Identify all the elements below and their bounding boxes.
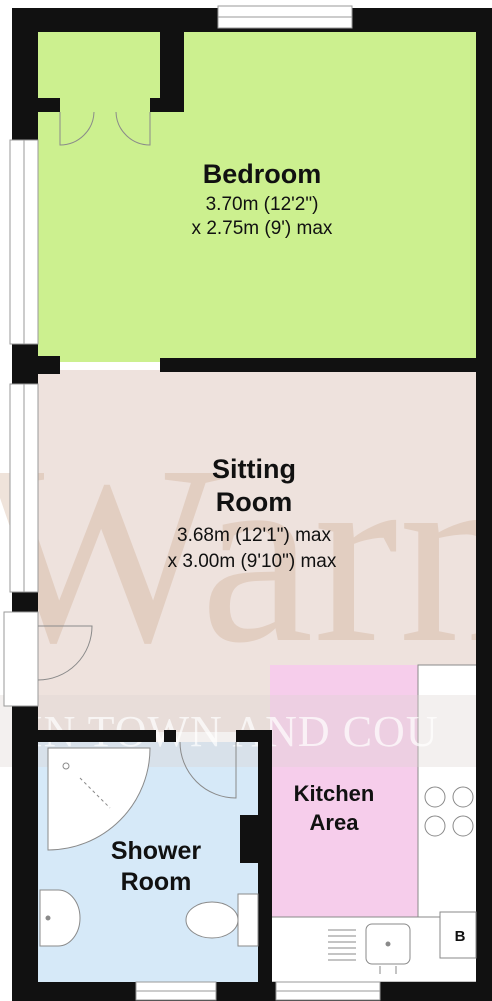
sitting-room-name-line1: Sitting	[212, 454, 296, 484]
floor-plan: Warne IN TOWN AND COU	[0, 5, 492, 1001]
shower-room-name-line2: Room	[121, 868, 192, 896]
sitting-room-dim2: x 3.00m (9'10") max	[168, 551, 337, 572]
sitting-room-dim1: 3.68m (12'1") max	[177, 525, 331, 546]
boiler: B	[439, 911, 477, 959]
bedroom-dim1: 3.70m (12'2")	[206, 194, 319, 215]
kitchen-name-line1: Kitchen	[294, 781, 375, 806]
bedroom-name: Bedroom	[203, 159, 322, 189]
bedroom-label: Bedroom 3.70m (12'2") x 2.75m (9') max	[192, 159, 333, 239]
shower-room-name-line1: Shower	[111, 837, 202, 865]
kitchen-name-line2: Area	[310, 810, 360, 835]
boiler-label: B	[455, 928, 466, 945]
wash-basin	[39, 889, 81, 947]
sitting-room-name-line2: Room	[216, 487, 293, 517]
bedroom-dim2: x 2.75m (9') max	[192, 218, 333, 239]
